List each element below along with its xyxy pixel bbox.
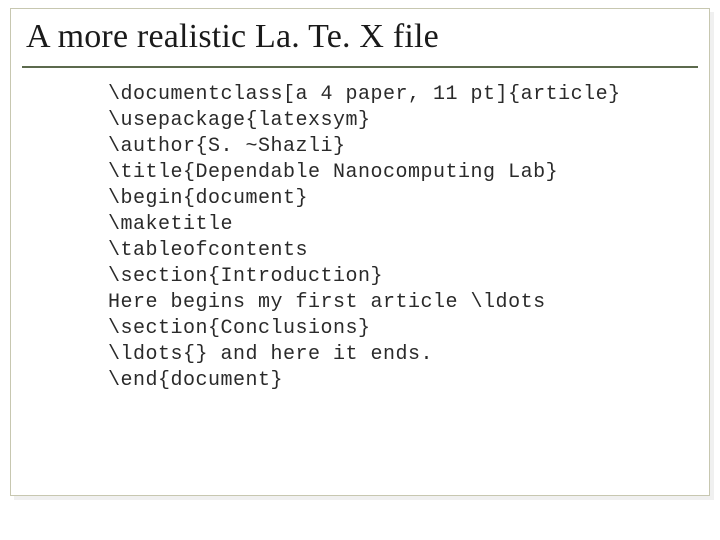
code-line: \section{Introduction} xyxy=(108,265,383,288)
code-line: \begin{document} xyxy=(108,187,308,210)
code-line: \ldots{} and here it ends. xyxy=(108,343,433,366)
slide: A more realistic La. Te. X file \documen… xyxy=(0,0,720,540)
code-line: \usepackage{latexsym} xyxy=(108,109,371,132)
latex-code-block: \documentclass[a 4 paper, 11 pt]{article… xyxy=(108,82,621,394)
code-line: \section{Conclusions} xyxy=(108,317,371,340)
code-line: \end{document} xyxy=(108,369,283,392)
code-line: \maketitle xyxy=(108,213,233,236)
title-underline xyxy=(22,66,698,68)
code-line: \author{S. ~Shazli} xyxy=(108,135,346,158)
code-line: \title{Dependable Nanocomputing Lab} xyxy=(108,161,558,184)
code-line: \documentclass[a 4 paper, 11 pt]{article… xyxy=(108,83,621,106)
slide-title: A more realistic La. Te. X file xyxy=(26,18,439,56)
code-line: \tableofcontents xyxy=(108,239,308,262)
code-line: Here begins my first article \ldots xyxy=(108,291,546,314)
